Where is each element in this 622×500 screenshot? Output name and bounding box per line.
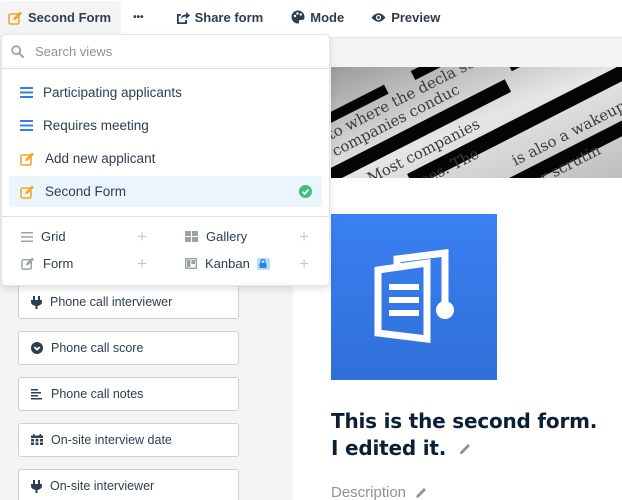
views-dropdown: Participating applicants Requires meetin… [1,34,330,286]
current-view-label: Second Form [28,10,112,25]
add-form-view-button[interactable]: + [137,255,147,272]
form-title[interactable]: This is the second form. I edited it. [331,408,611,463]
chevron-circle-icon [31,342,43,354]
field-label: Phone call notes [51,387,144,401]
mode-button[interactable]: Mode [291,0,344,34]
field-card[interactable]: Phone call notes [18,377,239,411]
edit-description-icon[interactable] [414,486,428,500]
mode-label: Mode [310,9,345,25]
field-card[interactable]: On-site interview date [18,423,239,457]
view-label: Add new applicant [45,151,156,166]
field-card[interactable]: Phone call interviewer [18,285,239,319]
field-card[interactable]: Phone call score [18,331,239,365]
field-label: On-site interviewer [50,479,155,493]
lock-icon [256,257,270,270]
share-form-label: Share form [194,9,264,25]
documents-icon [374,249,454,343]
palette-icon [291,10,305,24]
view-label: Second Form [45,184,127,199]
create-gallery-view[interactable]: Gallery + [164,223,326,250]
share-form-button[interactable]: Share form [176,0,264,34]
plug-icon [31,295,42,309]
search-views-input[interactable] [35,44,305,59]
form-edit-icon [8,11,22,25]
more-icon: ••• [133,11,144,23]
create-form-view[interactable]: Form + [2,250,164,277]
form-logo[interactable] [331,214,497,380]
form-cover-image[interactable]: being to where the decla scandal before … [331,67,622,178]
view-type-label: Gallery [206,229,248,244]
form-description[interactable]: Description [331,484,428,500]
form-edit-icon [20,185,34,199]
list-icon [20,120,33,131]
view-search [2,35,329,69]
view-type-label: Grid [41,229,66,244]
field-label: On-site interview date [51,433,172,447]
view-label: Participating applicants [43,85,182,100]
form-icon [21,257,35,270]
edit-title-icon[interactable] [458,436,472,463]
field-card[interactable]: On-site interviewer [18,469,239,500]
text-lines-icon [31,388,42,399]
field-label: Phone call interviewer [50,295,173,309]
create-kanban-view[interactable]: Kanban + [164,250,326,277]
add-gallery-view-button[interactable]: + [299,228,309,245]
form-edit-icon [20,152,34,166]
views-list: Participating applicants Requires meetin… [2,69,329,207]
preview-label: Preview [391,9,441,25]
field-label: Phone call score [51,341,144,355]
view-type-label: Form [43,256,74,271]
view-label: Requires meeting [43,118,149,133]
check-circle-icon [299,185,312,198]
gallery-icon [185,231,198,242]
add-kanban-view-button[interactable]: + [299,255,309,272]
calendar-icon [31,434,43,445]
plug-icon [31,479,42,493]
create-grid-view[interactable]: Grid + [2,223,164,250]
search-icon [11,45,24,58]
add-grid-view-button[interactable]: + [137,228,147,245]
kanban-icon [185,258,197,269]
view-item-add-new-applicant[interactable]: Add new applicant [9,143,322,174]
form-toolbar: Second Form ••• Share form Mode Preview [0,0,622,34]
more-options-button[interactable]: ••• [121,0,156,34]
redacted-document-image: being to where the decla scandal before … [331,67,622,178]
create-view-types: Grid + Gallery + Form + Kanban + [2,217,329,277]
view-type-label: Kanban [205,256,250,271]
preview-button[interactable]: Preview [371,0,440,34]
description-placeholder: Description [331,484,407,500]
grid-icon [21,231,33,242]
current-view-button[interactable]: Second Form [0,1,122,34]
share-icon [176,11,190,24]
view-item-participating-applicants[interactable]: Participating applicants [9,77,322,108]
eye-icon [371,12,386,22]
view-item-second-form[interactable]: Second Form [9,176,322,207]
list-icon [20,87,33,98]
form-preview-header-band [293,38,622,67]
view-item-requires-meeting[interactable]: Requires meeting [9,110,322,141]
